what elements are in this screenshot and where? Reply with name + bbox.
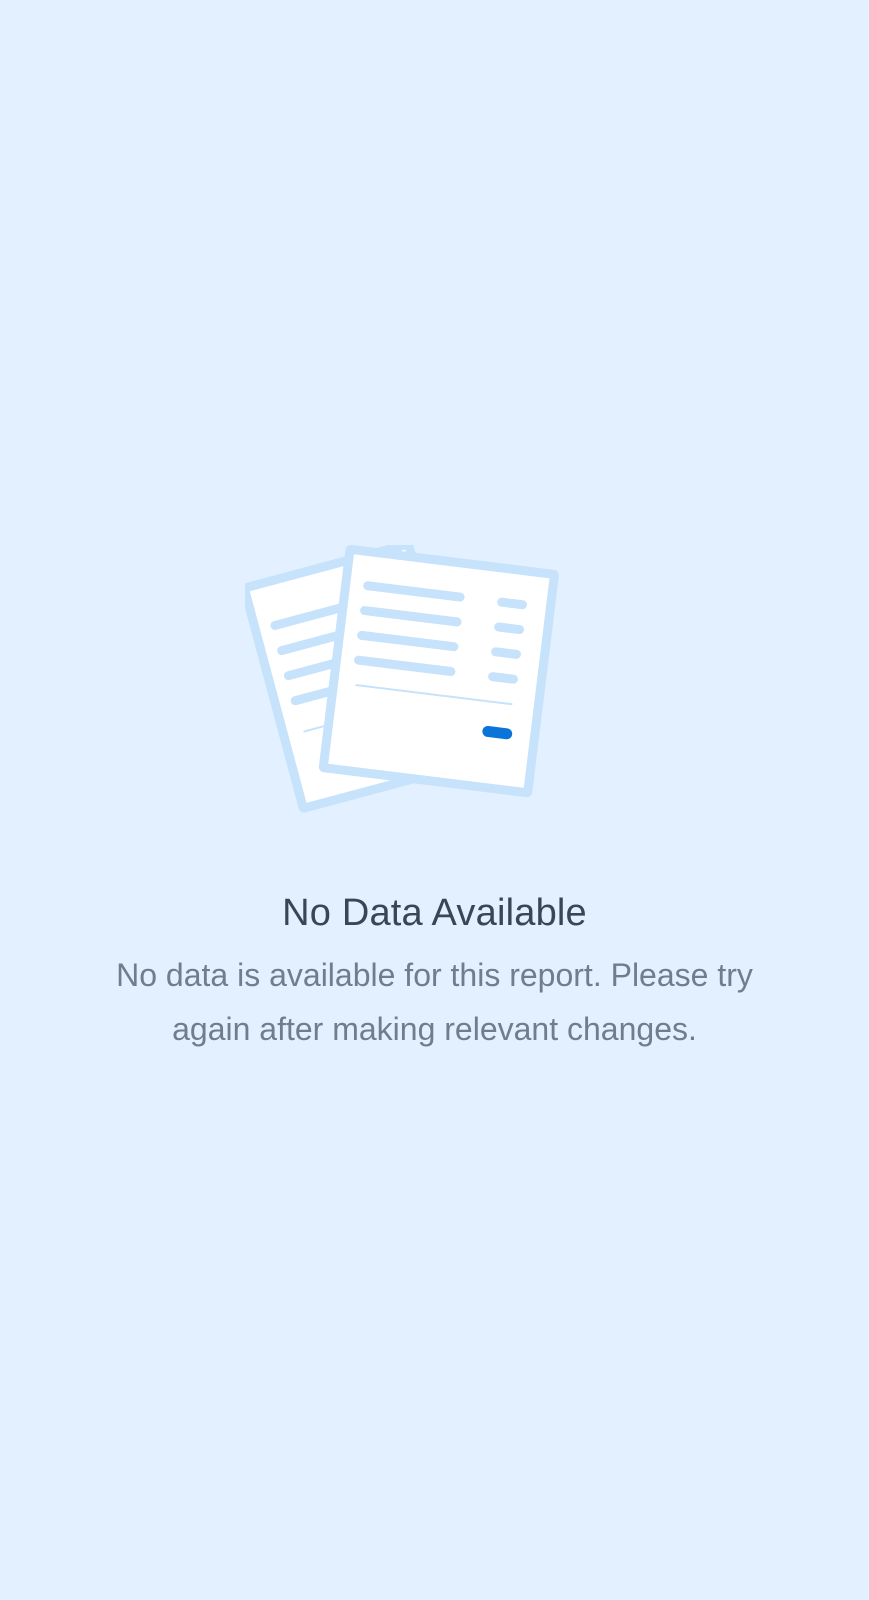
- empty-state-message: No data is available for this report. Pl…: [116, 957, 753, 1047]
- documents-icon: [245, 545, 559, 813]
- empty-state-screen: No Data Available No data is available f…: [0, 0, 869, 1600]
- empty-state-title: No Data Available: [282, 892, 587, 934]
